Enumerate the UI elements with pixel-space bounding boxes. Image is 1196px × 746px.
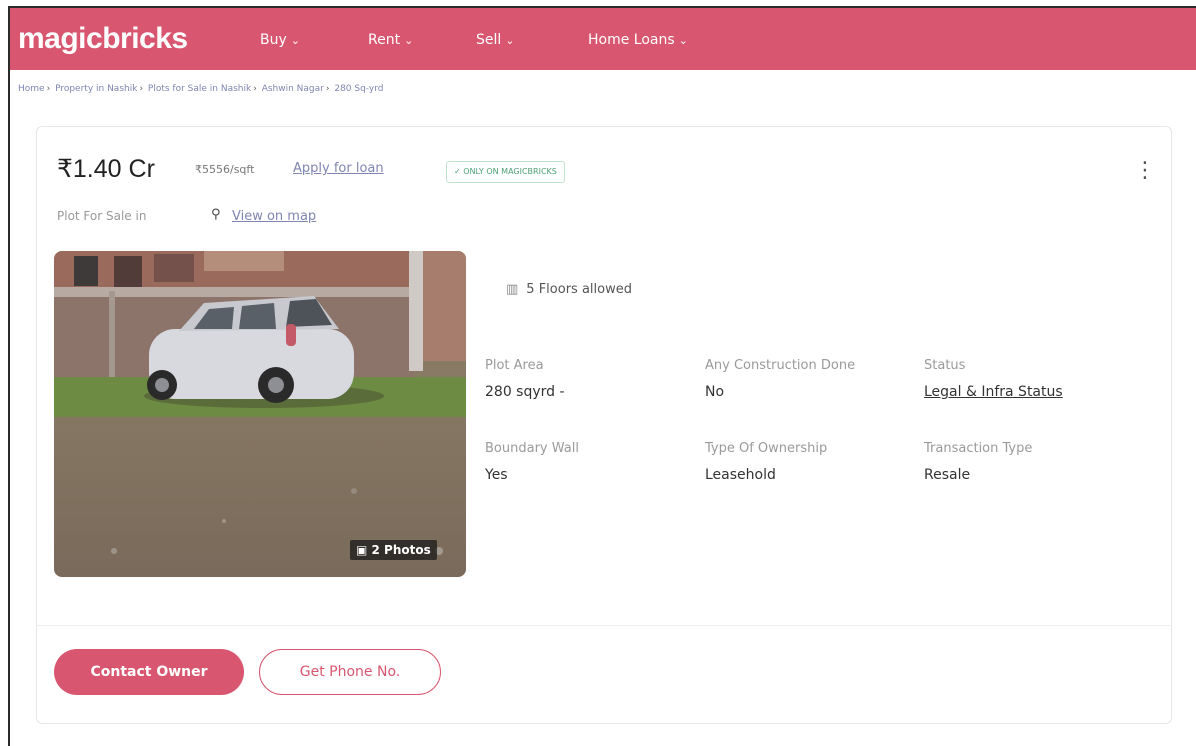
attr-boundary-wall-value: Yes bbox=[485, 467, 508, 483]
attr-transaction-label: Transaction Type bbox=[924, 441, 1033, 456]
chevron-down-icon: ⌄ bbox=[678, 34, 688, 47]
listing-subtitle: Plot For Sale in bbox=[57, 209, 147, 223]
attr-plot-area-label: Plot Area bbox=[485, 358, 544, 373]
breadcrumb-current: 280 Sq-yrd bbox=[334, 84, 384, 94]
exclusive-badge: ✓ ONLY ON MAGICBRICKS bbox=[446, 161, 565, 183]
breadcrumb-home[interactable]: Home bbox=[18, 84, 45, 94]
magicbricks-logo[interactable]: magicbricks bbox=[18, 22, 188, 56]
photo-count: 2 Photos bbox=[371, 543, 431, 557]
gallery-icon: ▣ bbox=[356, 543, 372, 557]
floors-allowed-label: 5 Floors allowed bbox=[526, 282, 632, 297]
nav-buy[interactable]: Buy ⌄ bbox=[260, 32, 300, 48]
nav-sell[interactable]: Sell ⌄ bbox=[476, 32, 515, 48]
nav-rent-label: Rent bbox=[368, 32, 401, 48]
breadcrumb: Home › Property in Nashik › Plots for Sale… bbox=[18, 84, 384, 94]
breadcrumb-property-nashik[interactable]: Property in Nashik bbox=[55, 84, 137, 94]
location-pin-icon: ⚲ bbox=[211, 207, 221, 222]
photo-count-badge[interactable]: ▣ 2 Photos bbox=[350, 540, 437, 560]
attr-status-label: Status bbox=[924, 358, 966, 373]
attr-transaction-value: Resale bbox=[924, 467, 971, 483]
attr-plot-area-value: 280 sqyrd - bbox=[485, 384, 565, 400]
attr-construction-label: Any Construction Done bbox=[705, 358, 856, 373]
chevron-down-icon: ⌄ bbox=[290, 34, 300, 47]
nav-home-loans[interactable]: Home Loans ⌄ bbox=[588, 32, 688, 48]
top-navbar: magicbricks Buy ⌄ Rent ⌄ Sell ⌄ Home Loans ⌄ bbox=[10, 8, 1196, 70]
contact-owner-button[interactable]: Contact Owner bbox=[54, 649, 244, 695]
legal-infra-status-link[interactable]: Legal & Infra Status bbox=[924, 384, 1063, 400]
get-phone-button[interactable]: Get Phone No. bbox=[259, 649, 441, 695]
nav-buy-label: Buy bbox=[260, 32, 287, 48]
chevron-down-icon: ⌄ bbox=[404, 34, 414, 47]
attr-ownership-label: Type Of Ownership bbox=[705, 441, 828, 456]
attr-construction-value: No bbox=[705, 384, 725, 400]
property-photo[interactable] bbox=[54, 251, 466, 577]
floors-allowed: ▥ 5 Floors allowed bbox=[506, 282, 632, 297]
property-photo-image bbox=[54, 251, 466, 577]
nav-sell-label: Sell bbox=[476, 32, 502, 48]
card-divider bbox=[36, 625, 1170, 626]
listing-price: ₹1.40 Cr bbox=[57, 155, 155, 183]
breadcrumb-plots-nashik[interactable]: Plots for Sale in Nashik bbox=[148, 84, 251, 94]
apply-loan-link[interactable]: Apply for loan bbox=[293, 161, 384, 176]
nav-home-loans-label: Home Loans bbox=[588, 32, 675, 48]
price-per-sqft: ₹5556/sqft bbox=[195, 163, 255, 176]
breadcrumb-ashwin-nagar[interactable]: Ashwin Nagar bbox=[262, 84, 324, 94]
nav-rent[interactable]: Rent ⌄ bbox=[368, 32, 413, 48]
chevron-down-icon: ⌄ bbox=[505, 34, 515, 47]
view-on-map-link[interactable]: View on map bbox=[232, 209, 316, 224]
more-options-icon[interactable]: ⋮ bbox=[1134, 158, 1156, 183]
building-icon: ▥ bbox=[506, 282, 519, 297]
attr-ownership-value: Leasehold bbox=[705, 467, 776, 483]
attr-boundary-wall-label: Boundary Wall bbox=[485, 441, 579, 456]
